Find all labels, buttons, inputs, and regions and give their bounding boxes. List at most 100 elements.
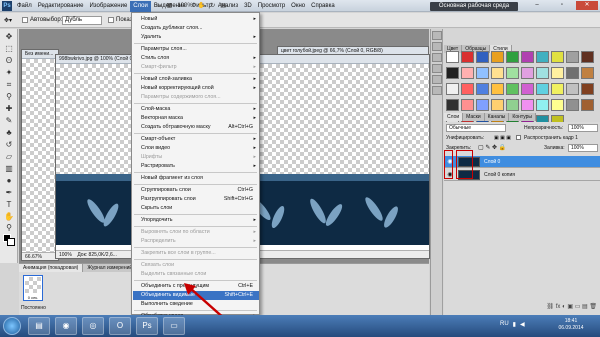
menu-item[interactable]: Новый ▸ xyxy=(133,15,259,24)
history-brush-icon[interactable]: ↺ xyxy=(3,139,15,150)
loop-dropdown[interactable]: Постоянно xyxy=(21,305,46,311)
menu-1[interactable]: Редактирование xyxy=(35,1,87,12)
menu-item[interactable]: Разгруппировать слои Shift+Ctrl+G xyxy=(133,195,259,204)
style-swatch[interactable] xyxy=(446,83,459,95)
style-swatch[interactable] xyxy=(581,99,594,111)
background-color[interactable] xyxy=(7,238,15,246)
tab-animation[interactable]: Анимация (покадровая) xyxy=(19,264,84,272)
panel-icon[interactable] xyxy=(432,86,442,95)
zoom-value[interactable]: 100% xyxy=(177,1,192,11)
animation-frame[interactable]: 0 сек. xyxy=(23,275,43,301)
style-swatch[interactable] xyxy=(536,51,549,63)
minibridge-icon[interactable]: ▦ xyxy=(167,1,173,11)
style-swatch[interactable] xyxy=(491,51,504,63)
explorer-icon[interactable]: ▤ xyxy=(28,317,50,335)
style-swatch[interactable] xyxy=(491,83,504,95)
style-swatch[interactable] xyxy=(476,67,489,79)
style-swatch[interactable] xyxy=(536,99,549,111)
style-swatch[interactable] xyxy=(506,83,519,95)
menu-item[interactable]: Создать обтравочную маску Alt+Ctrl+G xyxy=(133,123,259,132)
brush-icon[interactable]: ✎ xyxy=(3,115,15,126)
style-swatch[interactable] xyxy=(566,83,579,95)
menu-item[interactable]: Стиль слоя ▸ xyxy=(133,54,259,63)
menu-3[interactable]: Слои xyxy=(130,1,151,12)
style-swatch[interactable] xyxy=(476,51,489,63)
style-swatch[interactable] xyxy=(551,99,564,111)
style-swatch[interactable] xyxy=(461,99,474,111)
maximize-icon[interactable]: ▫ xyxy=(551,1,573,10)
hand-tool-icon[interactable]: ✋ xyxy=(3,211,15,222)
menu-item[interactable]: Смарт-объект ▸ xyxy=(133,135,259,144)
menu-item[interactable]: Новый слой-заливка ▸ xyxy=(133,75,259,84)
pen-icon[interactable]: ✒ xyxy=(3,187,15,198)
autoselect-dropdown[interactable]: Дубль xyxy=(62,16,102,25)
style-swatch[interactable] xyxy=(581,67,594,79)
chrome-icon[interactable]: ◎ xyxy=(82,317,104,335)
propagate-checkbox[interactable] xyxy=(516,135,521,140)
menu-7[interactable]: 3D xyxy=(241,1,255,12)
menu-item[interactable]: Векторная маска ▸ xyxy=(133,114,259,123)
style-swatch[interactable] xyxy=(446,67,459,79)
menu-item[interactable]: Параметры слоя... xyxy=(133,45,259,54)
bridge-icon[interactable]: ▭ xyxy=(156,1,162,11)
menu-2[interactable]: Изображение xyxy=(86,1,130,12)
panel-icon[interactable] xyxy=(432,53,442,62)
healing-icon[interactable]: ✚ xyxy=(3,103,15,114)
start-button[interactable] xyxy=(3,317,21,335)
menu-item[interactable]: Удалить ▸ xyxy=(133,33,259,42)
stamp-icon[interactable]: ♣ xyxy=(3,127,15,138)
blur-icon[interactable]: ● xyxy=(3,175,15,186)
style-swatch[interactable] xyxy=(506,67,519,79)
close-icon[interactable]: ✕ xyxy=(576,1,598,10)
eraser-icon[interactable]: ▱ xyxy=(3,151,15,162)
rotate-icon[interactable]: ↻ xyxy=(210,1,215,11)
arrange-icon[interactable]: ▤ xyxy=(220,1,226,11)
magic-wand-icon[interactable]: ✦ xyxy=(3,67,15,78)
tab-channels[interactable]: Каналы xyxy=(484,113,510,121)
opacity-input[interactable]: 100% xyxy=(568,124,598,132)
hand-icon[interactable]: ✋ xyxy=(198,1,205,11)
style-swatch[interactable] xyxy=(521,99,534,111)
style-swatch[interactable] xyxy=(521,51,534,63)
crop-icon[interactable]: ⌗ xyxy=(3,79,15,90)
style-swatch[interactable] xyxy=(446,99,459,111)
style-swatch[interactable] xyxy=(536,67,549,79)
unify-icons[interactable]: ▣ ▣ ▣ xyxy=(494,135,511,141)
eyedropper-icon[interactable]: ⚲ xyxy=(3,91,15,102)
menu-item[interactable]: Новый корректирующий слой ▸ xyxy=(133,84,259,93)
zoom-tool-icon[interactable]: ⚲ xyxy=(3,222,15,233)
style-swatch[interactable] xyxy=(521,67,534,79)
language-indicator[interactable]: RU xyxy=(500,321,509,328)
menu-item[interactable]: Создать дубликат слоя... xyxy=(133,24,259,33)
autoselect-checkbox[interactable] xyxy=(22,17,28,23)
firefox-icon[interactable]: ◉ xyxy=(55,317,77,335)
marquee-icon[interactable]: ⬚ xyxy=(3,43,15,54)
menu-item[interactable]: Слои видео ▸ xyxy=(133,144,259,153)
style-swatch[interactable] xyxy=(551,51,564,63)
style-swatch[interactable] xyxy=(506,51,519,63)
tab-layers[interactable]: Слои xyxy=(444,113,464,121)
document-window-back[interactable]: Без имени... 66.67% xyxy=(21,49,59,261)
style-swatch[interactable] xyxy=(491,99,504,111)
menu-item[interactable]: Скрыть слои xyxy=(133,204,259,213)
panel-icon[interactable] xyxy=(432,42,442,51)
lock-icons[interactable]: ▢ ✎ ✥ 🔒 xyxy=(478,144,506,151)
lasso-icon[interactable]: ʘ xyxy=(3,55,15,66)
style-swatch[interactable] xyxy=(536,83,549,95)
show-controls-checkbox[interactable] xyxy=(108,17,114,23)
layer-name[interactable]: Слой 0 xyxy=(484,159,500,165)
move-tool-icon[interactable]: ✥▾ xyxy=(4,17,12,24)
type-icon[interactable]: T xyxy=(3,199,15,210)
color-swatches[interactable] xyxy=(3,234,15,246)
gradient-icon[interactable]: ▥ xyxy=(3,163,15,174)
tab-masks[interactable]: Маски xyxy=(463,113,485,121)
menu-item[interactable]: Растрировать ▸ xyxy=(133,162,259,171)
style-swatch[interactable] xyxy=(581,51,594,63)
panel-icon[interactable] xyxy=(432,31,442,40)
menu-10[interactable]: Справка xyxy=(308,1,338,12)
style-swatch[interactable] xyxy=(461,83,474,95)
menu-item[interactable]: Новый фрагмент из слоя xyxy=(133,174,259,183)
style-swatch[interactable] xyxy=(551,67,564,79)
style-swatch[interactable] xyxy=(476,83,489,95)
tab-measurement-log[interactable]: Журнал измерений xyxy=(83,264,138,272)
